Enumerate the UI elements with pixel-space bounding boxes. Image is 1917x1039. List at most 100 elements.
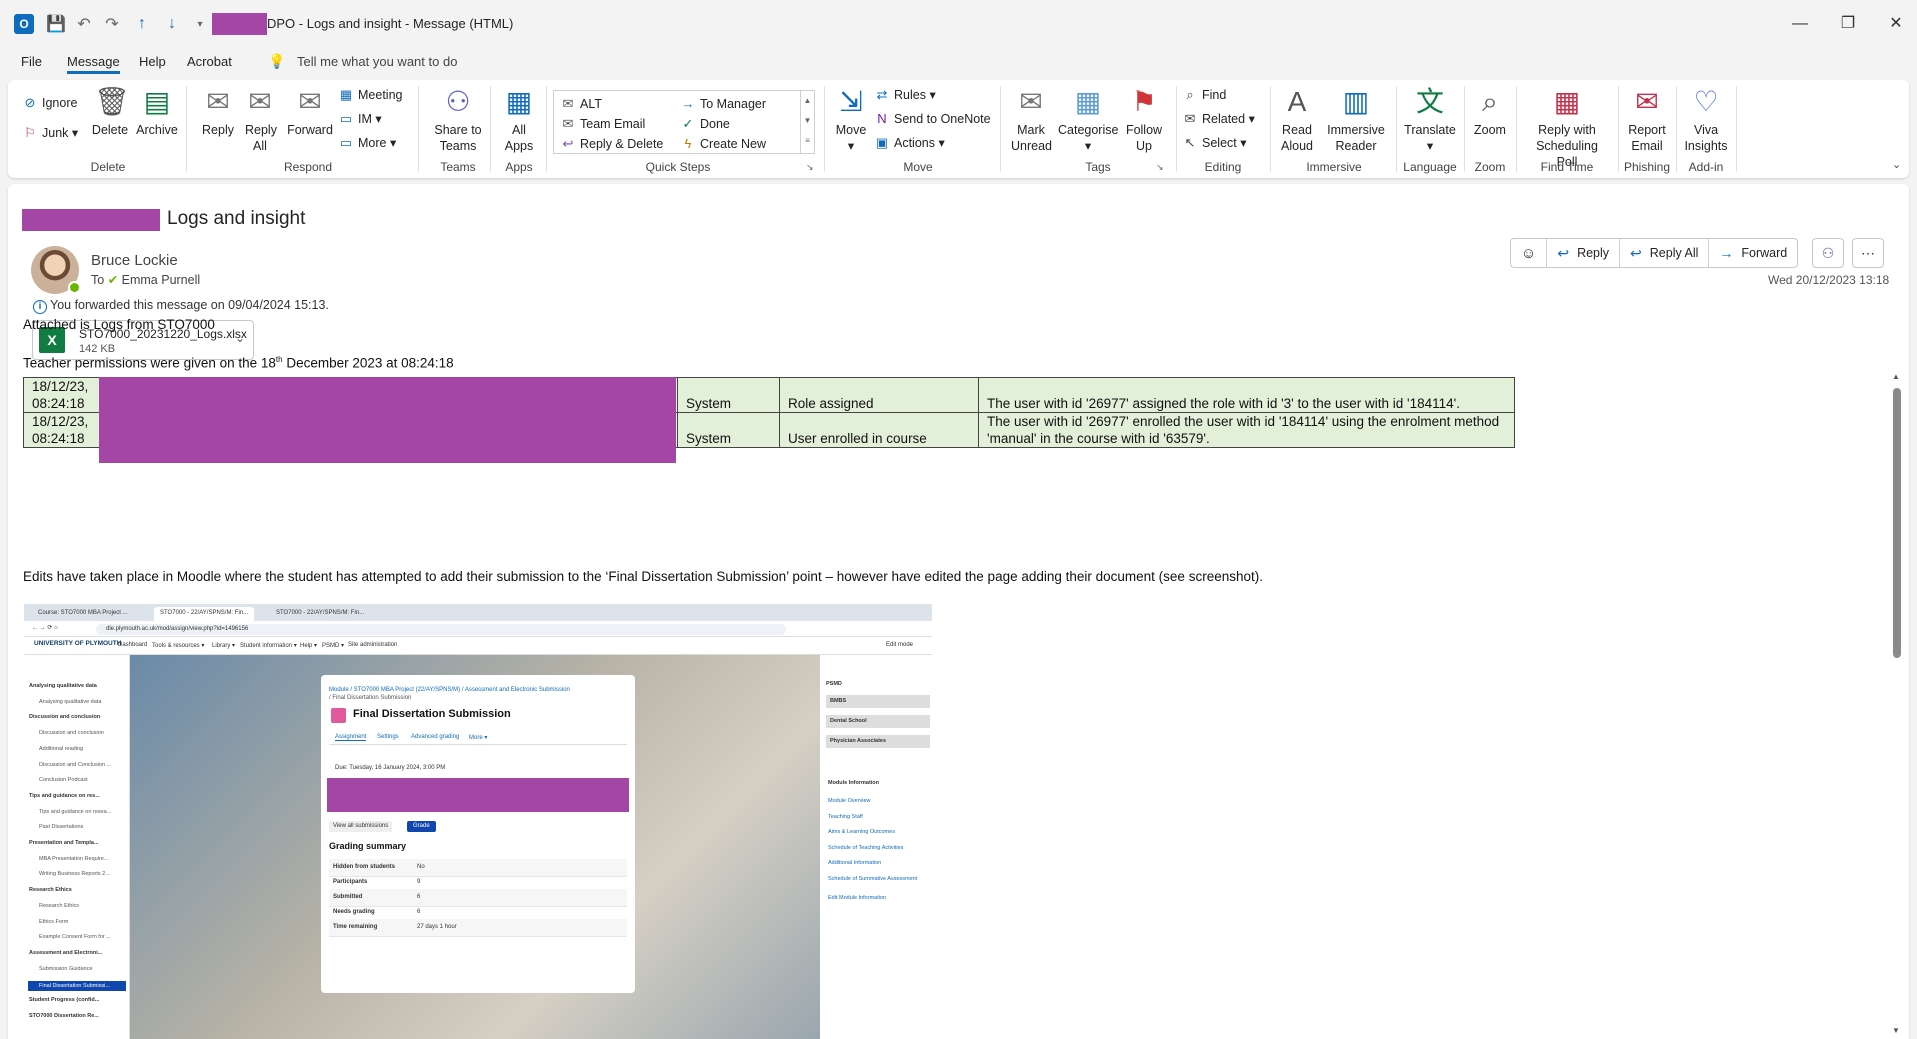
- minimize-button[interactable]: —: [1788, 12, 1812, 36]
- summary-key: Needs grading: [333, 909, 375, 915]
- read-aloud-button[interactable]: A Read Aloud: [1276, 86, 1318, 154]
- poll-icon: ▦: [1553, 86, 1581, 117]
- redo-icon[interactable]: ↷: [102, 14, 122, 34]
- junk-icon: ⚐: [24, 125, 36, 140]
- follow-up-button[interactable]: ⚑ Follow Up: [1122, 86, 1166, 154]
- previous-item-icon[interactable]: ↑: [132, 14, 152, 34]
- im-button[interactable]: ▭ IM ▾: [338, 110, 382, 128]
- close-button[interactable]: ✕: [1884, 12, 1908, 36]
- move-button[interactable]: ⇲ Move ▾: [830, 86, 872, 154]
- module-info-link: Additional Information: [828, 860, 882, 866]
- group-label-find-time: Find Time: [1540, 160, 1594, 174]
- tell-me-search[interactable]: Tell me what you want to do: [297, 54, 457, 69]
- more-respond-button[interactable]: ▭ More ▾: [338, 134, 396, 152]
- module-info-link: Module Overview: [828, 798, 871, 804]
- university-logo: UNIVERSITY OF PLYMOUTH: [34, 640, 122, 647]
- restore-button[interactable]: ❐: [1836, 12, 1860, 36]
- reply-action-button[interactable]: ↩ Reply: [1547, 239, 1621, 267]
- embedded-screenshot[interactable]: Course: STO7000 MBA Project ... STO7000 …: [24, 604, 932, 1039]
- tab-file[interactable]: File: [21, 54, 42, 69]
- sender-name[interactable]: Bruce Lockie: [91, 252, 178, 269]
- recipient-name[interactable]: Emma Purnell: [122, 273, 201, 287]
- save-icon[interactable]: 💾: [46, 14, 66, 34]
- meeting-button[interactable]: ▦ Meeting: [338, 86, 403, 104]
- browser-tab: STO7000 - 22/AY/SPNS/M: Fin...: [276, 610, 365, 616]
- undo-icon[interactable]: ↶: [74, 14, 94, 34]
- quick-step-create-new[interactable]: ϟ Create New: [680, 135, 766, 153]
- module-info-heading: Module Information: [828, 780, 880, 786]
- immersive-reader-button[interactable]: ▥ Immersive Reader: [1320, 86, 1392, 154]
- related-button[interactable]: ✉ Related ▾: [1182, 110, 1255, 128]
- scrollbar-thumb[interactable]: [1893, 388, 1901, 658]
- report-email-button[interactable]: ✉ Report Email: [1622, 86, 1672, 154]
- reply-icon: ✉: [206, 86, 230, 117]
- moodle-nav-item: PSMD ▾: [322, 643, 345, 649]
- junk-button[interactable]: ⚐ Junk ▾: [22, 124, 78, 142]
- quick-step-reply-delete[interactable]: ↩ Reply & Delete: [560, 135, 664, 153]
- ribbon: ⊘ Ignore ⚐ Junk ▾ 🗑 Delete ▤ Archive Delete …: [8, 80, 1909, 178]
- moodle-nav-item: Help ▾: [300, 643, 318, 649]
- quick-steps-scroll[interactable]: ▲ ▼ ≡: [800, 91, 814, 153]
- envelope-icon: ✉: [562, 116, 574, 131]
- group-label-zoom: Zoom: [1474, 160, 1506, 174]
- rules-button[interactable]: ⇄ Rules ▾: [874, 86, 936, 104]
- ignore-button[interactable]: ⊘ Ignore: [22, 94, 78, 112]
- reply-button[interactable]: ✉ Reply: [198, 86, 238, 138]
- customize-toolbar-icon[interactable]: ▾: [190, 14, 210, 34]
- delete-button[interactable]: 🗑 Delete: [90, 86, 130, 138]
- forward-action-button[interactable]: → Forward: [1709, 239, 1797, 267]
- browser-tab-active: STO7000 - 22/AY/SPNS/M: Fin...: [154, 607, 255, 621]
- quick-step-team-email[interactable]: ✉ Team Email: [560, 115, 646, 133]
- share-to-teams-button[interactable]: ⚇ Share to Teams: [428, 86, 488, 154]
- all-apps-button[interactable]: ▦ All Apps: [496, 86, 542, 154]
- categorise-button[interactable]: ▦ Categorise ▾: [1058, 86, 1118, 154]
- next-item-icon[interactable]: ↓: [162, 14, 182, 34]
- emoji-reaction-button[interactable]: ☺: [1511, 239, 1548, 267]
- quick-step-to-manager[interactable]: → To Manager: [680, 95, 767, 113]
- reading-pane-scrollbar[interactable]: ▲ ▼: [1890, 190, 1902, 1039]
- moodle-nav-item: Student information ▾: [240, 643, 297, 649]
- actions-button[interactable]: ▣ Actions ▾: [874, 134, 945, 152]
- quick-steps-launcher-icon[interactable]: ↘: [806, 158, 814, 176]
- archive-button[interactable]: ▤ Archive: [134, 86, 180, 138]
- moodle-nav-item: Library ▾: [212, 643, 236, 649]
- quick-step-done[interactable]: ✓ Done: [680, 115, 730, 133]
- quick-step-alt[interactable]: ✉ ALT: [560, 95, 602, 113]
- scheduling-poll-button[interactable]: ▦ Reply with Scheduling Poll: [1520, 86, 1614, 170]
- find-button[interactable]: ⌕ Find: [1182, 86, 1226, 104]
- reply-all-button[interactable]: ✉ Reply All: [240, 86, 280, 154]
- teams-share-icon[interactable]: ⚇: [1812, 238, 1844, 268]
- tab-acrobat[interactable]: Acrobat: [187, 54, 232, 69]
- grading-summary-title: Grading summary: [329, 841, 407, 851]
- psmd-heading: PSMD: [826, 681, 842, 687]
- scroll-up-icon[interactable]: ▲: [1892, 372, 1900, 381]
- translate-button[interactable]: 文 Translate ▾: [1402, 86, 1458, 154]
- course-index-item: Analysing qualitative data: [39, 698, 102, 705]
- collapse-ribbon-icon[interactable]: ⌄: [1892, 156, 1901, 174]
- course-section-heading: Assessment and Electroni...: [29, 949, 103, 956]
- tab-help[interactable]: Help: [139, 54, 166, 69]
- ribbon-separator: [1464, 86, 1465, 172]
- ribbon-separator: [546, 86, 547, 172]
- presence-available-icon: [68, 281, 81, 294]
- reply-all-action-button[interactable]: ↩ Reply All: [1620, 239, 1710, 267]
- arrow-right-icon: →: [681, 96, 695, 111]
- course-index-item: Writing Business Reports 2...: [39, 871, 110, 878]
- scroll-down-icon[interactable]: ▼: [1892, 1026, 1900, 1035]
- chevron-down-icon[interactable]: ⌄: [235, 331, 245, 345]
- apps-grid-icon: ▦: [505, 86, 533, 117]
- zoom-button[interactable]: ⌕ Zoom: [1470, 86, 1510, 138]
- check-icon: ✓: [682, 116, 694, 131]
- more-options-icon[interactable]: ⋯: [1852, 238, 1884, 268]
- mark-unread-button[interactable]: ✉ Mark Unread: [1008, 86, 1054, 154]
- window-title: DPO - Logs and insight - Message (HTML): [267, 16, 514, 31]
- log-origin: System: [677, 377, 780, 413]
- send-to-onenote-button[interactable]: N Send to OneNote: [874, 110, 990, 128]
- body-line-edits: Edits have taken place in Moodle where t…: [23, 569, 1263, 584]
- select-button[interactable]: ↖ Select ▾: [1182, 134, 1247, 152]
- viva-insights-button[interactable]: ♡ Viva Insights: [1680, 86, 1732, 154]
- tab-message[interactable]: Message: [67, 54, 120, 74]
- course-index-item: MBA Presentation Require...: [39, 855, 109, 862]
- forward-button[interactable]: ✉ Forward: [286, 86, 334, 138]
- tags-launcher-icon[interactable]: ↘: [1156, 158, 1164, 176]
